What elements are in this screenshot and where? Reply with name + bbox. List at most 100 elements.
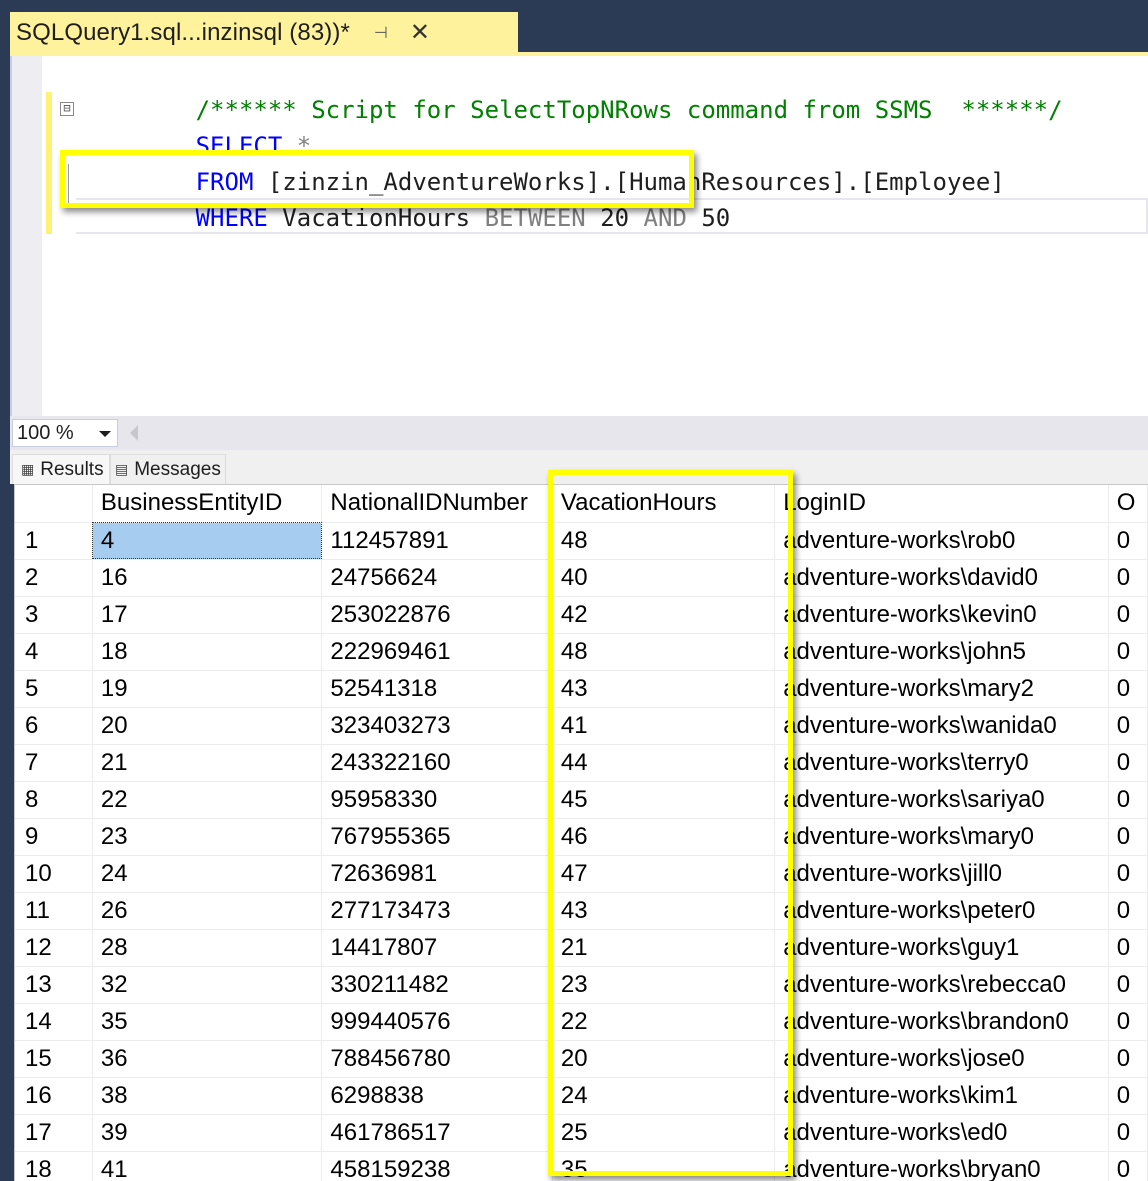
cell-vacationhours[interactable]: 23: [552, 966, 776, 1004]
cell-organizationnode[interactable]: 0: [1108, 559, 1148, 597]
column-header-businessentityid[interactable]: BusinessEntityID: [92, 485, 323, 523]
cell-organizationnode[interactable]: 0: [1108, 892, 1148, 930]
table-row[interactable]: 14 35 999440576 22 adventure-works\brandon0 0: [15, 1003, 1148, 1041]
cell-businessentityid[interactable]: 20: [92, 707, 323, 745]
table-row[interactable]: 17 39 461786517 25 adventure-works\ed0 0: [15, 1114, 1148, 1152]
table-row[interactable]: 16 38 6298838 24 adventure-works\kim1 0: [15, 1077, 1148, 1115]
cell-organizationnode[interactable]: 0: [1108, 596, 1148, 634]
cell-loginid[interactable]: adventure-works\rebecca0: [774, 966, 1109, 1004]
cell-businessentityid[interactable]: 4: [92, 522, 323, 560]
cell-businessentityid[interactable]: 21: [92, 744, 323, 782]
cell-nationalidnumber[interactable]: 243322160: [321, 744, 553, 782]
cell-loginid[interactable]: adventure-works\rob0: [774, 522, 1109, 560]
cell-organizationnode[interactable]: 0: [1108, 855, 1148, 893]
cell-nationalidnumber[interactable]: 330211482: [321, 966, 553, 1004]
cell-loginid[interactable]: adventure-works\wanida0: [774, 707, 1109, 745]
cell-vacationhours[interactable]: 20: [552, 1040, 776, 1078]
cell-vacationhours[interactable]: 44: [552, 744, 776, 782]
cell-businessentityid[interactable]: 32: [92, 966, 323, 1004]
row-number[interactable]: 7: [15, 744, 93, 782]
table-row[interactable]: 10 24 72636981 47 adventure-works\jill0 0: [15, 855, 1148, 893]
cell-vacationhours[interactable]: 45: [552, 781, 776, 819]
cell-organizationnode[interactable]: 0: [1108, 1114, 1148, 1152]
cell-nationalidnumber[interactable]: 277173473: [321, 892, 553, 930]
row-number[interactable]: 11: [15, 892, 93, 930]
cell-vacationhours[interactable]: 48: [552, 633, 776, 671]
row-number[interactable]: 12: [15, 929, 93, 967]
table-row[interactable]: 15 36 788456780 20 adventure-works\jose0 0: [15, 1040, 1148, 1078]
column-header-vacationhours[interactable]: VacationHours: [552, 485, 776, 523]
cell-vacationhours[interactable]: 46: [552, 818, 776, 856]
cell-businessentityid[interactable]: 24: [92, 855, 323, 893]
table-row[interactable]: 18 41 458159238 35 adventure-works\bryan0 0: [15, 1151, 1148, 1181]
cell-organizationnode[interactable]: 0: [1108, 707, 1148, 745]
cell-nationalidnumber[interactable]: 112457891: [321, 522, 553, 560]
cell-loginid[interactable]: adventure-works\bryan0: [774, 1151, 1109, 1181]
row-number[interactable]: 6: [15, 707, 93, 745]
zoom-dropdown[interactable]: 100 %: [12, 419, 118, 447]
cell-businessentityid[interactable]: 23: [92, 818, 323, 856]
cell-organizationnode[interactable]: 0: [1108, 522, 1148, 560]
close-icon[interactable]: ✕: [410, 21, 430, 45]
cell-businessentityid[interactable]: 17: [92, 596, 323, 634]
cell-nationalidnumber[interactable]: 253022876: [321, 596, 553, 634]
row-number[interactable]: 13: [15, 966, 93, 1004]
row-number[interactable]: 5: [15, 670, 93, 708]
cell-organizationnode[interactable]: 0: [1108, 781, 1148, 819]
tab-messages[interactable]: ▤ Messages: [110, 454, 226, 484]
cell-businessentityid[interactable]: 19: [92, 670, 323, 708]
cell-businessentityid[interactable]: 28: [92, 929, 323, 967]
cell-organizationnode[interactable]: 0: [1108, 1040, 1148, 1078]
row-number[interactable]: 14: [15, 1003, 93, 1041]
cell-vacationhours[interactable]: 42: [552, 596, 776, 634]
table-row[interactable]: 11 26 277173473 43 adventure-works\peter0 0: [15, 892, 1148, 930]
cell-loginid[interactable]: adventure-works\terry0: [774, 744, 1109, 782]
cell-businessentityid[interactable]: 26: [92, 892, 323, 930]
cell-loginid[interactable]: adventure-works\sariya0: [774, 781, 1109, 819]
cell-nationalidnumber[interactable]: 461786517: [321, 1114, 553, 1152]
table-row[interactable]: 9 23 767955365 46 adventure-works\mary0 0: [15, 818, 1148, 856]
cell-loginid[interactable]: adventure-works\ed0: [774, 1114, 1109, 1152]
row-number[interactable]: 3: [15, 596, 93, 634]
column-header-organizationnode[interactable]: O: [1108, 485, 1148, 523]
cell-nationalidnumber[interactable]: 24756624: [321, 559, 553, 597]
cell-organizationnode[interactable]: 0: [1108, 633, 1148, 671]
cell-loginid[interactable]: adventure-works\mary2: [774, 670, 1109, 708]
cell-organizationnode[interactable]: 0: [1108, 818, 1148, 856]
cell-organizationnode[interactable]: 0: [1108, 1003, 1148, 1041]
cell-nationalidnumber[interactable]: 999440576: [321, 1003, 553, 1041]
cell-nationalidnumber[interactable]: 323403273: [321, 707, 553, 745]
tab-results[interactable]: ▦ Results: [12, 454, 110, 484]
cell-nationalidnumber[interactable]: 72636981: [321, 855, 553, 893]
row-number[interactable]: 8: [15, 781, 93, 819]
cell-loginid[interactable]: adventure-works\kim1: [774, 1077, 1109, 1115]
query-editor[interactable]: ⊟ /****** Script for SelectTopNRows comm…: [10, 56, 1148, 416]
table-row[interactable]: 13 32 330211482 23 adventure-works\rebecca0 0: [15, 966, 1148, 1004]
table-row[interactable]: 12 28 14417807 21 adventure-works\guy1 0: [15, 929, 1148, 967]
row-number[interactable]: 9: [15, 818, 93, 856]
cell-vacationhours[interactable]: 43: [552, 670, 776, 708]
column-header-loginid[interactable]: LoginID: [774, 485, 1109, 523]
cell-nationalidnumber[interactable]: 222969461: [321, 633, 553, 671]
cell-businessentityid[interactable]: 36: [92, 1040, 323, 1078]
table-row[interactable]: 2 16 24756624 40 adventure-works\david0 0: [15, 559, 1148, 597]
table-row[interactable]: 1 4 112457891 48 adventure-works\rob0 0: [15, 522, 1148, 560]
cell-vacationhours[interactable]: 22: [552, 1003, 776, 1041]
document-tab[interactable]: SQLQuery1.sql...inzinsql (83))* ⊣ ✕: [10, 12, 518, 54]
cell-loginid[interactable]: adventure-works\jose0: [774, 1040, 1109, 1078]
cell-organizationnode[interactable]: 0: [1108, 966, 1148, 1004]
cell-loginid[interactable]: adventure-works\peter0: [774, 892, 1109, 930]
cell-vacationhours[interactable]: 40: [552, 559, 776, 597]
cell-businessentityid[interactable]: 39: [92, 1114, 323, 1152]
row-number[interactable]: 18: [15, 1151, 93, 1181]
row-number[interactable]: 16: [15, 1077, 93, 1115]
cell-loginid[interactable]: adventure-works\john5: [774, 633, 1109, 671]
cell-businessentityid[interactable]: 22: [92, 781, 323, 819]
cell-businessentityid[interactable]: 18: [92, 633, 323, 671]
cell-vacationhours[interactable]: 41: [552, 707, 776, 745]
cell-vacationhours[interactable]: 25: [552, 1114, 776, 1152]
cell-vacationhours[interactable]: 48: [552, 522, 776, 560]
cell-businessentityid[interactable]: 35: [92, 1003, 323, 1041]
cell-vacationhours[interactable]: 43: [552, 892, 776, 930]
cell-nationalidnumber[interactable]: 6298838: [321, 1077, 553, 1115]
